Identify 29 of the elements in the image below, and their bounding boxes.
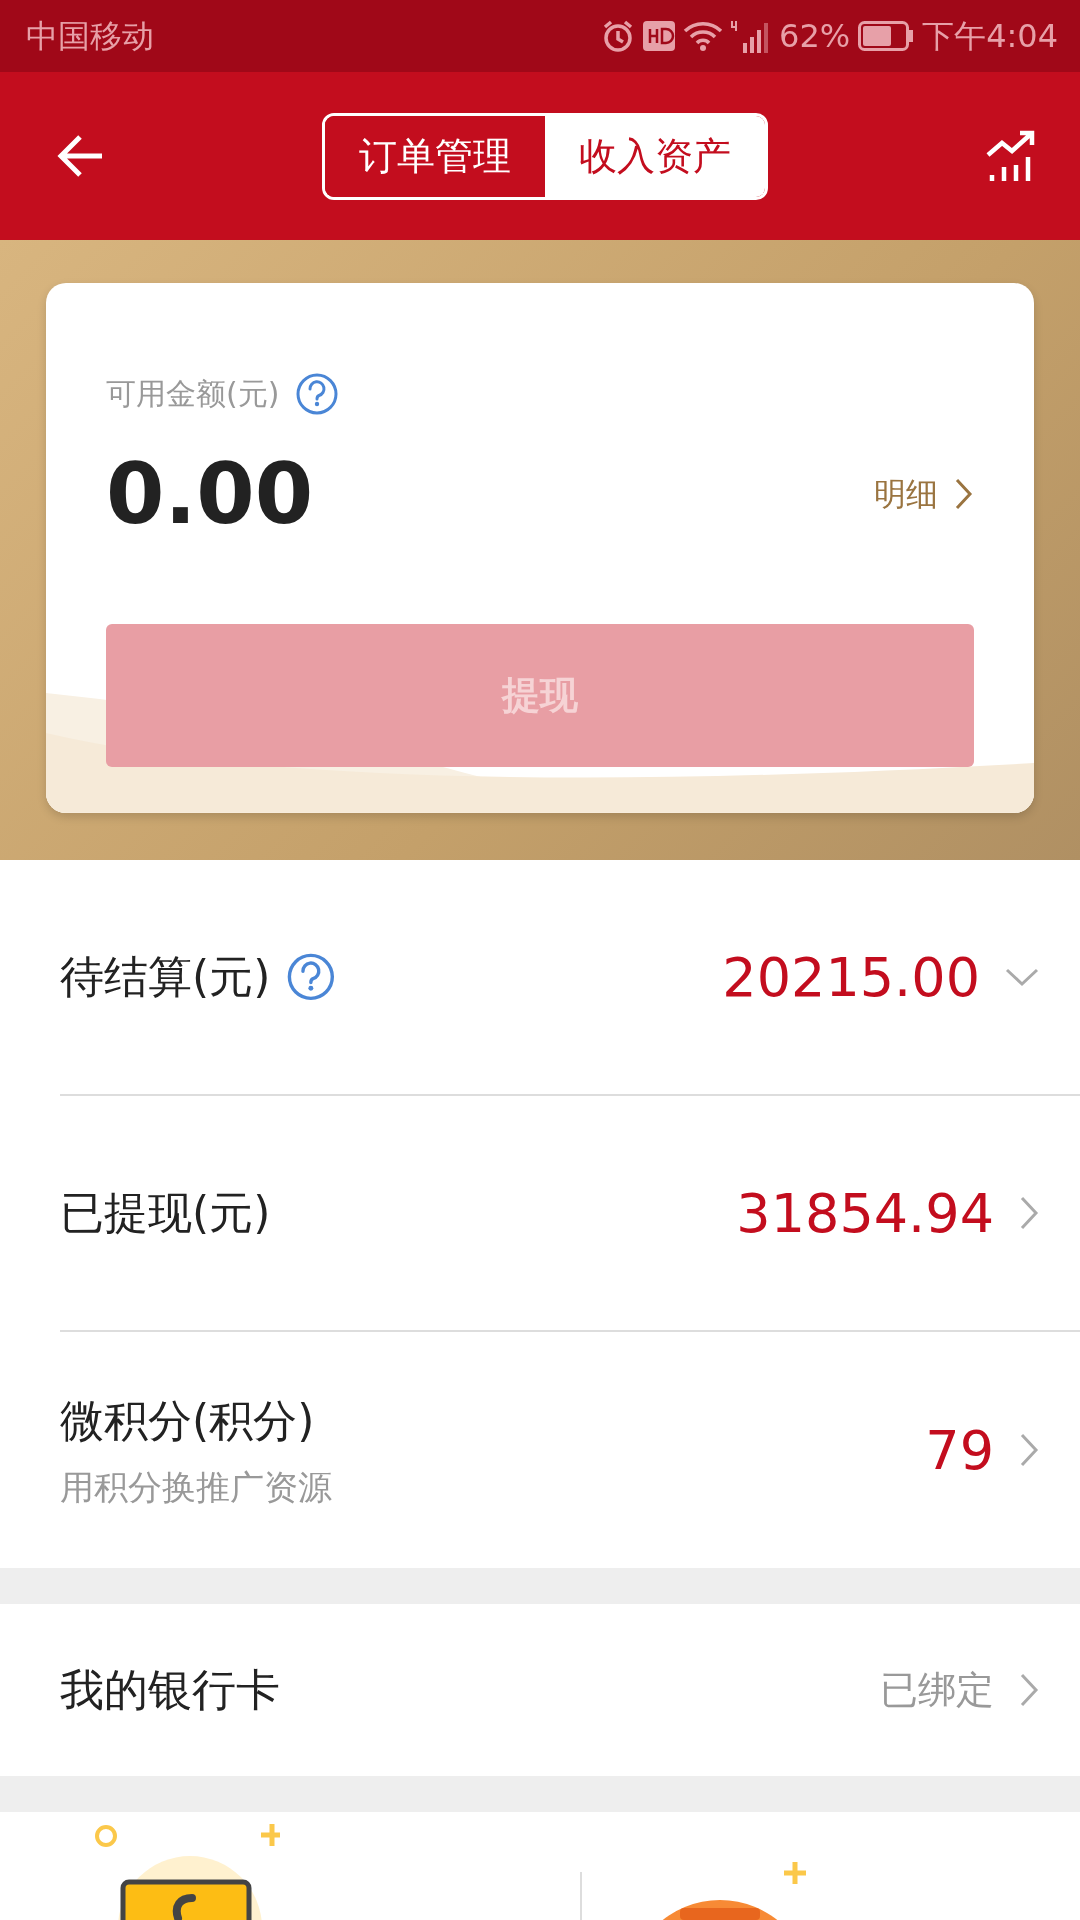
- bank-card-row[interactable]: 我的银行卡 已绑定: [0, 1604, 1080, 1776]
- battery-percent: 62%: [779, 16, 851, 57]
- help-icon[interactable]: [286, 952, 337, 1002]
- signal-icon: [731, 19, 771, 53]
- chevron-down-icon: [1004, 966, 1040, 988]
- carrier-name: 中国移动: [26, 16, 154, 57]
- hd-icon: [643, 21, 675, 51]
- alarm-icon: [601, 19, 635, 53]
- row-value: 20215.00: [722, 944, 980, 1011]
- row-value: 79: [925, 1417, 994, 1484]
- balance-amount: 0.00: [106, 452, 314, 536]
- battery-icon: [858, 21, 915, 51]
- chevron-right-icon: [1018, 1432, 1040, 1468]
- row-title: 我的银行卡: [60, 1663, 280, 1717]
- clock-time: 下午4:04: [922, 16, 1058, 57]
- tab[interactable]: 收入资产: [545, 115, 765, 197]
- detail-link[interactable]: 明细: [874, 470, 974, 518]
- row-subtitle: 用积分换推广资源: [60, 1465, 332, 1509]
- balance-label: 可用金额(元): [106, 375, 280, 413]
- row-title: 已提现(元): [60, 1186, 271, 1240]
- wifi-icon: [683, 20, 723, 52]
- row-title: 待结算(元): [60, 950, 271, 1004]
- row-title: 微积分(积分): [60, 1393, 315, 1448]
- chevron-right-icon: [1018, 1195, 1040, 1231]
- help-icon[interactable]: [295, 371, 340, 416]
- chevron-right-icon: [1018, 1672, 1040, 1708]
- chevron-right-icon: [954, 477, 974, 511]
- binding-status: 已绑定: [880, 1666, 994, 1714]
- row-value: 31854.94: [736, 1180, 994, 1247]
